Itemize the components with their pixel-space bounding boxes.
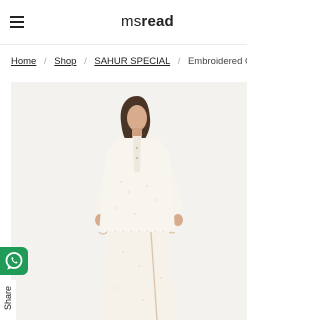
- header-divider: [0, 44, 247, 45]
- breadcrumb-current-page: Embroidered Overlap: [187, 56, 247, 67]
- breadcrumb-separator: /: [84, 56, 87, 67]
- breadcrumb-sahur-special-link[interactable]: SAHUR SPECIAL: [94, 56, 170, 67]
- breadcrumb: Home / Shop / SAHUR SPECIAL / Embroidere…: [11, 56, 247, 70]
- product-image-gallery[interactable]: [11, 82, 247, 320]
- hamburger-menu-icon[interactable]: [10, 16, 24, 28]
- breadcrumb-home-link[interactable]: Home: [11, 56, 36, 67]
- breadcrumb-separator: /: [43, 56, 47, 67]
- breadcrumb-shop-link[interactable]: Shop: [54, 56, 76, 67]
- logo-text-bold: read: [141, 13, 174, 30]
- product-photo: [11, 82, 247, 320]
- logo-text-light: ms: [121, 13, 142, 30]
- whatsapp-chat-button[interactable]: [0, 247, 28, 275]
- whatsapp-icon: [5, 252, 23, 270]
- site-header: msread: [0, 0, 247, 44]
- breadcrumb-separator: /: [177, 56, 181, 67]
- site-logo[interactable]: msread: [121, 13, 174, 30]
- share-label[interactable]: Share: [3, 286, 13, 310]
